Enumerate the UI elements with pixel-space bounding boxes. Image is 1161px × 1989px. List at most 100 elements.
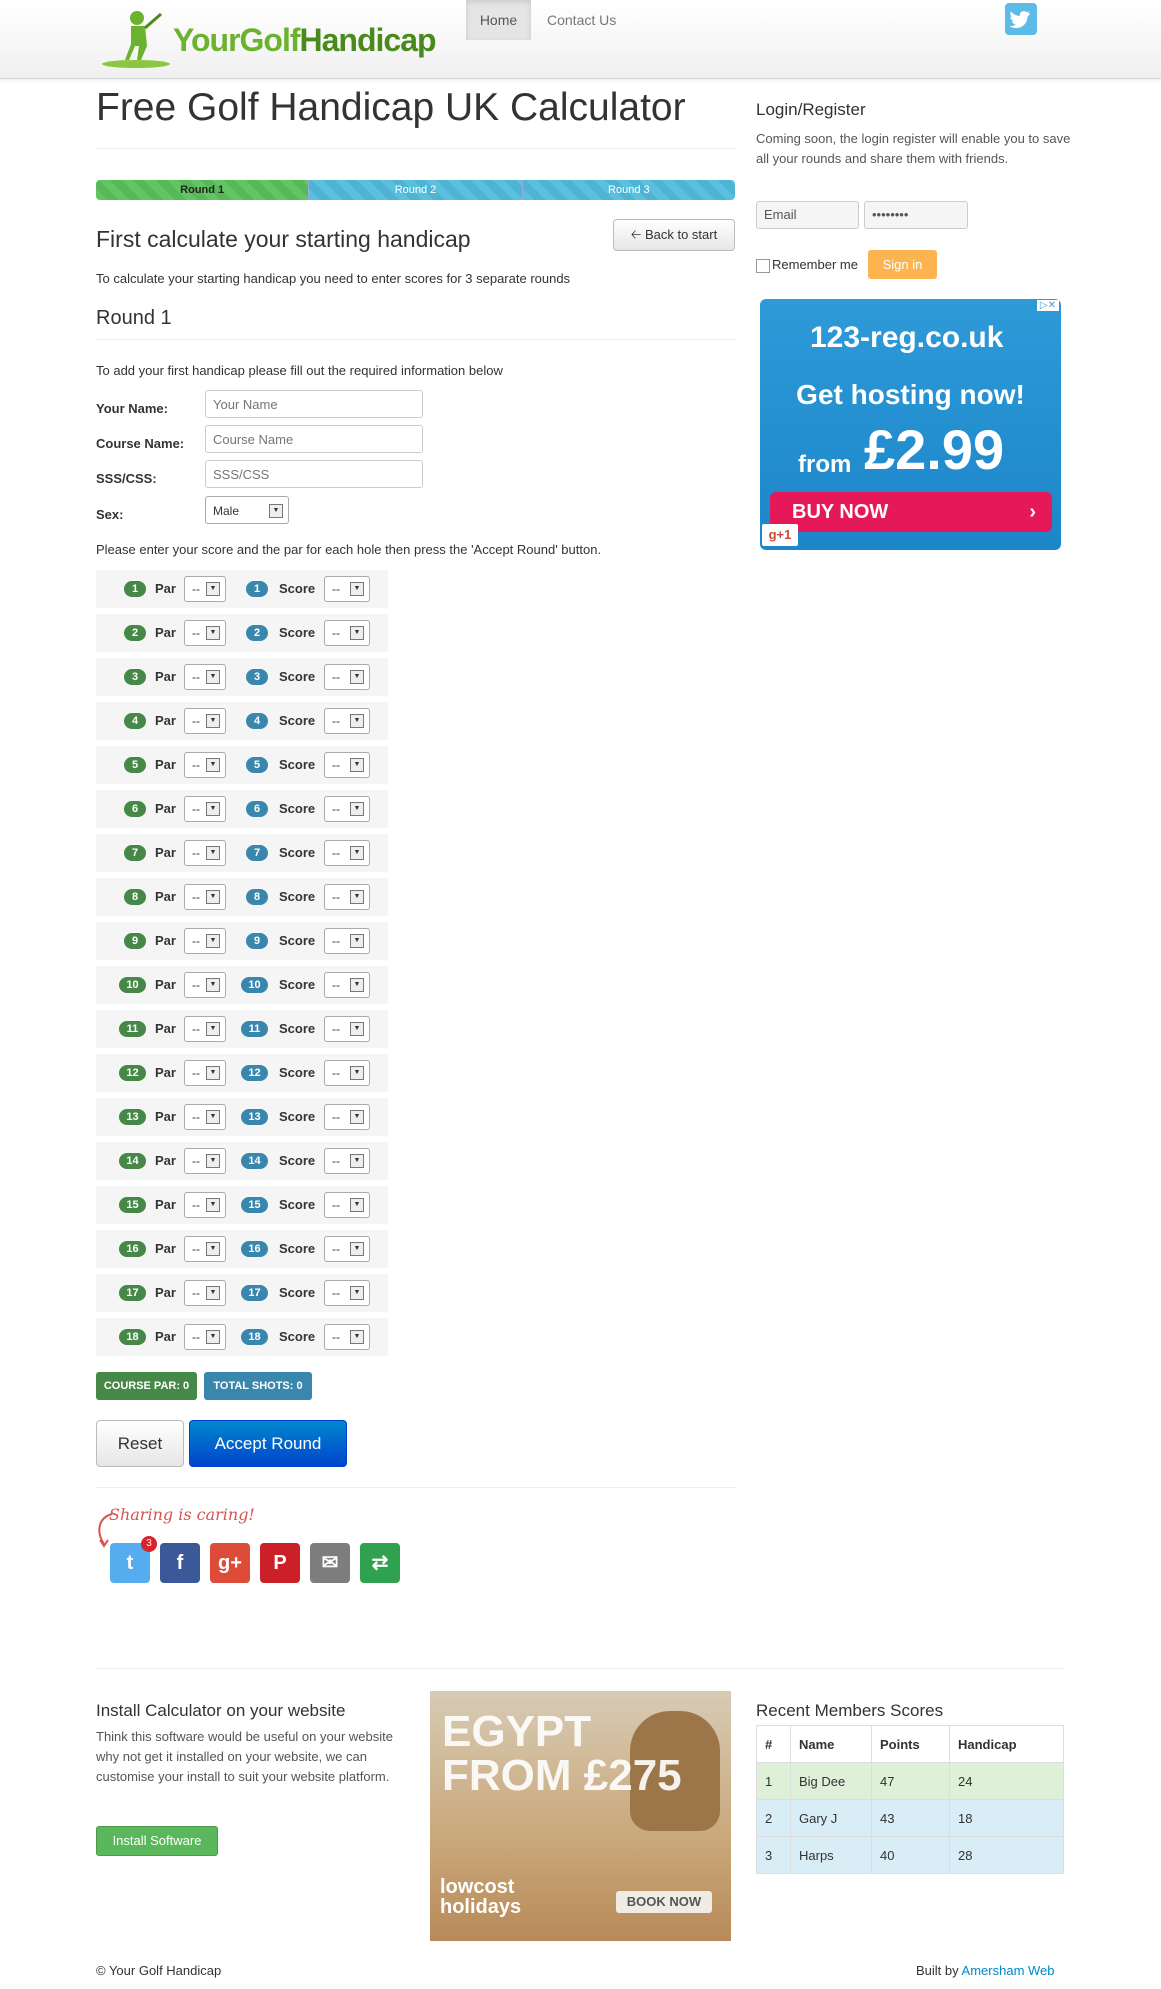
- chevron-down-icon: ▼: [206, 714, 220, 728]
- accept-round-button[interactable]: Accept Round: [189, 1420, 347, 1467]
- back-label: Back to start: [644, 227, 718, 242]
- par-select[interactable]: -- ▼: [184, 620, 226, 646]
- email-icon[interactable]: ✉: [310, 1543, 350, 1583]
- cell-handicap: 24: [949, 1762, 1064, 1800]
- name-input[interactable]: [205, 390, 423, 418]
- google-plus-icon[interactable]: g+: [210, 1543, 250, 1583]
- ad-headline: Get hosting now!: [796, 379, 1025, 410]
- par-value: --: [192, 1198, 200, 1212]
- sign-in-button[interactable]: Sign in: [868, 250, 937, 279]
- par-value: --: [192, 846, 200, 860]
- score-select[interactable]: -- ▼: [324, 1148, 370, 1174]
- score-value: --: [332, 1022, 340, 1036]
- chevron-down-icon: ▼: [206, 1198, 220, 1212]
- score-select[interactable]: -- ▼: [324, 708, 370, 734]
- twitter-icon[interactable]: [1005, 3, 1037, 35]
- site-logo[interactable]: YourGolfHandicap: [101, 8, 437, 70]
- section-subtitle: First calculate your starting handicap: [96, 226, 471, 252]
- score-select[interactable]: -- ▼: [324, 576, 370, 602]
- progress-round-3: Round 3: [521, 180, 735, 200]
- par-select[interactable]: -- ▼: [184, 884, 226, 910]
- par-select[interactable]: -- ▼: [184, 972, 226, 998]
- hole-number-badge: 14: [119, 1153, 146, 1169]
- egypt-holiday-ad[interactable]: EGYPT FROM £275 lowcost holidays BOOK NO…: [430, 1691, 731, 1941]
- back-to-start-button[interactable]: 🡠 Back to start: [613, 219, 735, 251]
- par-select[interactable]: -- ▼: [184, 1016, 226, 1042]
- divider: [96, 339, 736, 340]
- sex-select[interactable]: Male ▼: [205, 496, 289, 524]
- score-select[interactable]: -- ▼: [324, 884, 370, 910]
- hole-row: 14 Par -- ▼ 14 Score -- ▼: [96, 1142, 388, 1180]
- amersham-web-link[interactable]: Amersham Web: [962, 1963, 1055, 1978]
- par-select[interactable]: -- ▼: [184, 664, 226, 690]
- col-name: Name: [790, 1725, 872, 1763]
- hole-number-badge: 7: [246, 845, 268, 861]
- hole-number-badge: 17: [241, 1285, 268, 1301]
- score-select[interactable]: -- ▼: [324, 928, 370, 954]
- score-select[interactable]: -- ▼: [324, 1016, 370, 1042]
- reset-button[interactable]: Reset: [96, 1420, 184, 1467]
- email-input[interactable]: Email: [756, 201, 859, 229]
- hole-number-badge: 14: [241, 1153, 268, 1169]
- score-select[interactable]: -- ▼: [324, 840, 370, 866]
- nav-home[interactable]: Home: [466, 0, 531, 40]
- par-select[interactable]: -- ▼: [184, 796, 226, 822]
- score-select[interactable]: -- ▼: [324, 1236, 370, 1262]
- sss-input[interactable]: [205, 460, 423, 488]
- chevron-down-icon: ▼: [350, 890, 364, 904]
- table-row: 2 Gary J 43 18: [756, 1799, 1064, 1837]
- ad2-book-now-button[interactable]: BOOK NOW: [616, 1891, 712, 1913]
- score-value: --: [332, 802, 340, 816]
- remember-me-checkbox[interactable]: [756, 259, 770, 273]
- par-select[interactable]: -- ▼: [184, 840, 226, 866]
- score-select[interactable]: -- ▼: [324, 972, 370, 998]
- hole-number-badge: 10: [241, 977, 268, 993]
- ad-cta-label: BUY NOW: [792, 501, 889, 523]
- score-select[interactable]: -- ▼: [324, 620, 370, 646]
- score-select[interactable]: -- ▼: [324, 796, 370, 822]
- chevron-down-icon: ▼: [206, 626, 220, 640]
- score-select[interactable]: -- ▼: [324, 1280, 370, 1306]
- ad-logo: 123-reg.co.uk: [810, 321, 1004, 354]
- par-select[interactable]: -- ▼: [184, 1148, 226, 1174]
- score-select[interactable]: -- ▼: [324, 1192, 370, 1218]
- par-value: --: [192, 1066, 200, 1080]
- facebook-icon[interactable]: f: [160, 1543, 200, 1583]
- par-label: Par: [155, 713, 176, 728]
- par-select[interactable]: -- ▼: [184, 1236, 226, 1262]
- par-select[interactable]: -- ▼: [184, 1280, 226, 1306]
- col-rank: #: [756, 1725, 791, 1763]
- install-software-button[interactable]: Install Software: [96, 1826, 218, 1856]
- built-by-label: Built by: [916, 1963, 959, 1978]
- par-select[interactable]: -- ▼: [184, 1324, 226, 1350]
- par-value: --: [192, 890, 200, 904]
- par-select[interactable]: -- ▼: [184, 576, 226, 602]
- password-input[interactable]: ••••••••: [864, 201, 968, 229]
- ad-from: from: [798, 451, 852, 478]
- score-select[interactable]: -- ▼: [324, 1060, 370, 1086]
- score-select[interactable]: -- ▼: [324, 664, 370, 690]
- course-name-input[interactable]: [205, 425, 423, 453]
- ad-buy-now-button[interactable]: BUY NOW ›: [770, 492, 1052, 532]
- nav-contact[interactable]: Contact Us: [537, 0, 626, 40]
- score-select[interactable]: -- ▼: [324, 1324, 370, 1350]
- google-plus-one-icon[interactable]: g+1: [762, 524, 798, 546]
- par-select[interactable]: -- ▼: [184, 1192, 226, 1218]
- par-select[interactable]: -- ▼: [184, 752, 226, 778]
- share-more-icon[interactable]: ⇄: [360, 1543, 400, 1583]
- hole-number-badge: 1: [246, 581, 268, 597]
- score-select[interactable]: -- ▼: [324, 1104, 370, 1130]
- par-select[interactable]: -- ▼: [184, 1060, 226, 1086]
- score-value: --: [332, 1110, 340, 1124]
- par-select[interactable]: -- ▼: [184, 928, 226, 954]
- login-title: Login/Register: [756, 100, 866, 119]
- hole-row: 8 Par -- ▼ 8 Score -- ▼: [96, 878, 388, 916]
- ad-choices-icon[interactable]: ▷✕: [1036, 300, 1059, 311]
- par-select[interactable]: -- ▼: [184, 708, 226, 734]
- hole-number-badge: 15: [119, 1197, 146, 1213]
- hosting-ad[interactable]: ▷✕ 123-reg.co.uk Get hosting now! from £…: [760, 299, 1061, 550]
- pinterest-icon[interactable]: P: [260, 1543, 300, 1583]
- par-select[interactable]: -- ▼: [184, 1104, 226, 1130]
- chevron-down-icon: ▼: [206, 582, 220, 596]
- score-select[interactable]: -- ▼: [324, 752, 370, 778]
